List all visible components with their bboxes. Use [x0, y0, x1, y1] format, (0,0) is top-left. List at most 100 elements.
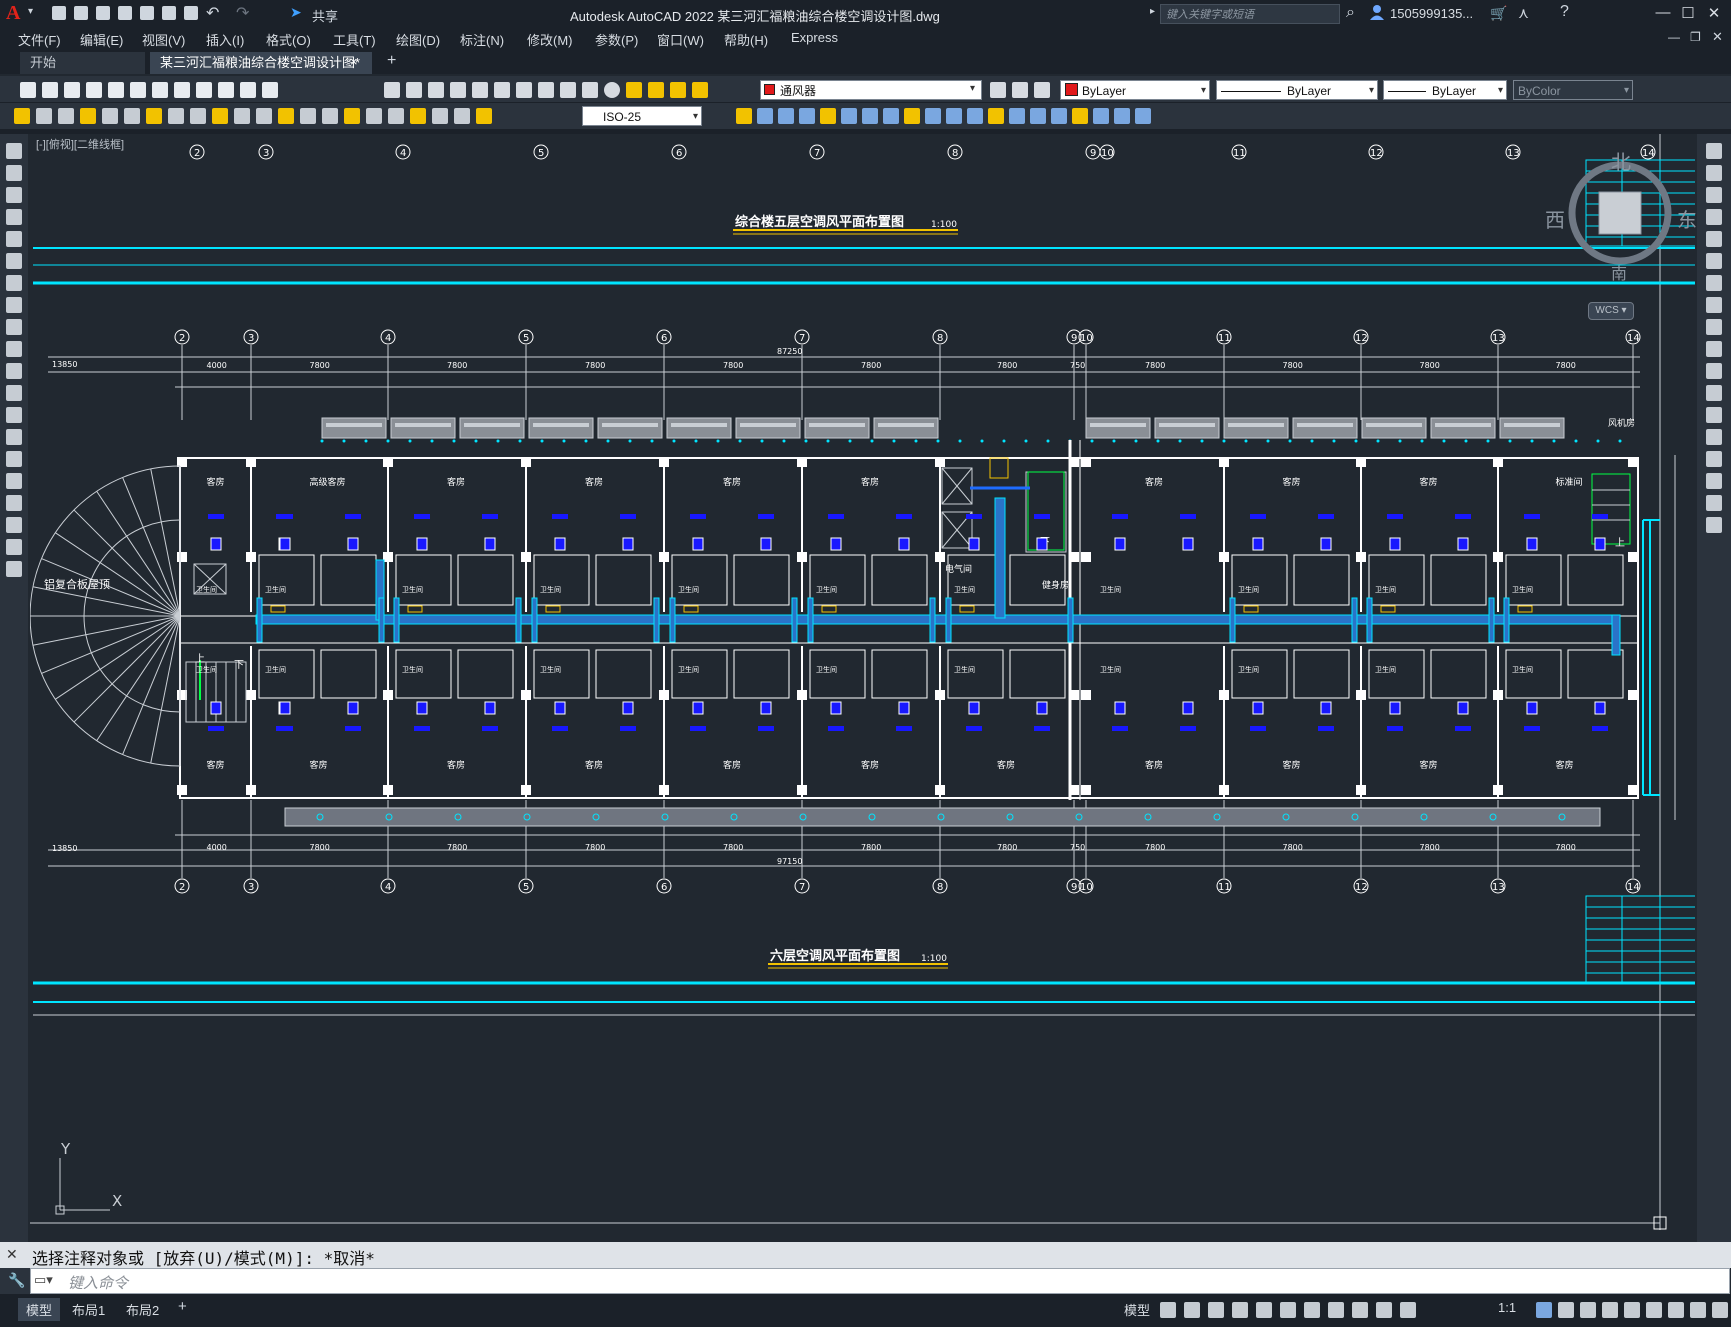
layout-tab-2[interactable]: 布局2 [118, 1298, 167, 1321]
chamfer-icon[interactable] [1706, 451, 1722, 467]
point-icon[interactable] [6, 429, 22, 445]
autodesk-app-icon[interactable]: ⋏ [1518, 4, 1529, 22]
share-icon[interactable]: ➤ [290, 4, 302, 21]
transparency-icon[interactable] [1352, 1302, 1368, 1318]
erase-icon[interactable] [1706, 143, 1722, 159]
menu-tools[interactable]: 工具(T) [333, 30, 376, 49]
extend-icon[interactable] [1706, 363, 1722, 379]
break-icon[interactable] [1706, 407, 1722, 423]
tool-palettes-icon[interactable] [516, 82, 532, 98]
autoscale-icon[interactable] [1536, 1302, 1552, 1318]
app-menu-arrow-icon[interactable]: ▾ [28, 6, 33, 17]
tab-close-icon[interactable]: × [350, 54, 358, 69]
make-current-icon[interactable] [990, 82, 1006, 98]
layer-props-icon[interactable] [626, 82, 642, 98]
viewcube-north[interactable]: 北 [1611, 146, 1631, 175]
wcs-menu[interactable]: WCS ▾ [1588, 302, 1634, 320]
dimension-tool-icon[interactable] [278, 108, 294, 124]
polygon-icon[interactable] [6, 209, 22, 225]
cart-icon[interactable]: 🛒 [1490, 5, 1507, 22]
save-icon[interactable] [96, 6, 110, 20]
menu-insert[interactable]: 插入(I) [206, 30, 244, 49]
modify-tool-icon[interactable] [1009, 108, 1025, 124]
design-center-icon[interactable] [494, 82, 510, 98]
dimstyle-dropdown[interactable]: ISO-25 ▾ [582, 106, 702, 126]
save-web-icon[interactable] [162, 6, 176, 20]
doc-restore-icon[interactable]: ❐ [1690, 30, 1701, 44]
menu-window[interactable]: 窗口(W) [657, 30, 704, 49]
properties-icon[interactable] [472, 82, 488, 98]
grid-icon[interactable] [1160, 1302, 1176, 1318]
sheet-set-icon[interactable] [538, 82, 554, 98]
dimension-tool-icon[interactable] [388, 108, 404, 124]
tab-start[interactable]: 开始 [20, 52, 145, 74]
dimension-tool-icon[interactable] [476, 108, 492, 124]
dimension-tool-icon[interactable] [124, 108, 140, 124]
rectangle-icon[interactable] [6, 231, 22, 247]
undo-icon[interactable]: ↶ [206, 3, 219, 23]
lineweight-icon[interactable] [1328, 1302, 1344, 1318]
ortho-icon[interactable] [1208, 1302, 1224, 1318]
dimension-tool-icon[interactable] [58, 108, 74, 124]
menu-dimension[interactable]: 标注(N) [460, 30, 504, 49]
circle-icon[interactable] [6, 275, 22, 291]
modify-tool-icon[interactable] [988, 108, 1004, 124]
modify-tool-icon[interactable] [1030, 108, 1046, 124]
modify-tool-icon[interactable] [778, 108, 794, 124]
viewcube[interactable]: 北 南 西 东 [1545, 152, 1697, 283]
dimension-tool-icon[interactable] [36, 108, 52, 124]
copy-icon[interactable] [196, 82, 212, 98]
modify-tool-icon[interactable] [1051, 108, 1067, 124]
layer-dropdown[interactable]: 通风器 ▾ [760, 80, 982, 100]
menu-help[interactable]: 帮助(H) [724, 30, 768, 49]
annotation-scale[interactable]: 1:1 [1498, 1300, 1516, 1315]
snap-icon[interactable] [1184, 1302, 1200, 1318]
workspace-icon[interactable] [1558, 1302, 1574, 1318]
construction-line-icon[interactable] [6, 165, 22, 181]
block-editor-icon[interactable] [262, 82, 278, 98]
command-input[interactable] [30, 1268, 1730, 1294]
plot-icon[interactable] [184, 6, 198, 20]
break-at-point-icon[interactable] [1706, 385, 1722, 401]
help-icon[interactable]: ? [1560, 3, 1569, 21]
layout-tab-1[interactable]: 布局1 [64, 1298, 113, 1321]
dimension-tool-icon[interactable] [102, 108, 118, 124]
line-icon[interactable] [6, 143, 22, 159]
match-props-icon[interactable] [240, 82, 256, 98]
dimension-tool-icon[interactable] [366, 108, 382, 124]
menu-edit[interactable]: 编辑(E) [80, 30, 123, 49]
insert-block-icon[interactable] [6, 385, 22, 401]
polyline-icon[interactable] [6, 187, 22, 203]
gradient-icon[interactable] [6, 473, 22, 489]
dimension-tool-icon[interactable] [300, 108, 316, 124]
viewcube-south[interactable]: 南 [1611, 260, 1627, 284]
join-icon[interactable] [1706, 429, 1722, 445]
wrench-icon[interactable]: 🔧 [8, 1272, 25, 1289]
modify-tool-icon[interactable] [967, 108, 983, 124]
dimension-tool-icon[interactable] [256, 108, 272, 124]
tab-drawing[interactable]: 某三河汇福粮油综合楼空调设计图* [150, 52, 372, 74]
rotate-icon[interactable] [1706, 275, 1722, 291]
hatch-icon[interactable] [6, 451, 22, 467]
close-icon[interactable]: ✕ [1703, 4, 1725, 22]
new-icon[interactable] [20, 82, 36, 98]
selection-cycling-icon[interactable] [1376, 1302, 1392, 1318]
pan-icon[interactable] [384, 82, 400, 98]
blend-curves-icon[interactable] [1706, 495, 1722, 511]
doc-minimize-icon[interactable]: — [1668, 30, 1680, 44]
array-icon[interactable] [1706, 231, 1722, 247]
units-icon[interactable] [1602, 1302, 1618, 1318]
dimension-tool-icon[interactable] [234, 108, 250, 124]
table-icon[interactable] [6, 517, 22, 533]
modify-tool-icon[interactable] [946, 108, 962, 124]
dimension-tool-icon[interactable] [168, 108, 184, 124]
doc-close-icon[interactable]: ✕ [1712, 29, 1723, 45]
viewport-controls[interactable]: [-][俯视][二维线框] [36, 136, 124, 152]
open-icon[interactable] [42, 82, 58, 98]
ellipse-icon[interactable] [6, 341, 22, 357]
modify-tool-icon[interactable] [1072, 108, 1088, 124]
menu-file[interactable]: 文件(F) [18, 30, 61, 49]
isolate-icon[interactable] [1646, 1302, 1662, 1318]
quick-properties-icon[interactable] [1624, 1302, 1640, 1318]
viewcube-west[interactable]: 西 [1545, 204, 1565, 233]
